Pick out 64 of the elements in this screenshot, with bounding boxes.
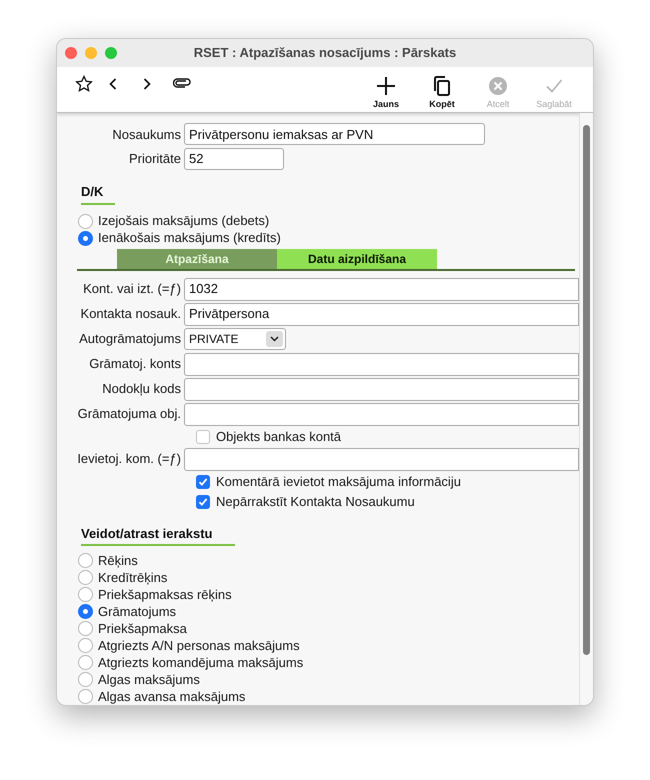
radio-button[interactable] <box>78 230 93 246</box>
checkbox[interactable] <box>196 474 210 488</box>
radio-label: Kredītrēķins <box>98 568 168 587</box>
radio-label: Rēķins <box>98 552 138 570</box>
minimize-window-button[interactable] <box>85 47 97 59</box>
section-heading: D/K <box>81 182 116 204</box>
text-field[interactable]: Privātpersona <box>184 302 579 326</box>
forward-icon[interactable] <box>143 78 151 90</box>
text-field[interactable]: 52 <box>184 148 284 170</box>
radio-button[interactable] <box>78 214 93 228</box>
scrollbar[interactable] <box>579 113 593 705</box>
radio-button[interactable] <box>78 655 93 670</box>
radio-label: Atgriezts A/N personas maksājums <box>98 636 300 655</box>
field-label: Nosaukums <box>111 126 182 144</box>
radio-label: Priekšapmaksas rēķins <box>98 586 232 604</box>
radio-button[interactable] <box>78 604 93 619</box>
field-label: Prioritāte <box>128 150 182 168</box>
toolbar-button[interactable]: Jauns <box>365 75 407 112</box>
radio-button[interactable] <box>78 621 93 636</box>
tab[interactable]: Datu aizpildīšana <box>277 248 437 268</box>
radio-label: Algas maksājums <box>98 670 200 689</box>
plus-icon <box>375 75 397 97</box>
checkbox-label: Komentārā ievietot maksājuma informāciju <box>216 472 461 491</box>
checkbox[interactable] <box>196 494 210 508</box>
text-field[interactable] <box>184 448 579 470</box>
field-label: Grāmatojuma obj. <box>76 405 182 424</box>
field-label: Kontakta nosauk. <box>80 305 182 324</box>
text-field[interactable]: 1032 <box>184 278 579 300</box>
dropdown[interactable]: PRIVATE <box>184 328 286 350</box>
field-label: Nodokļu kods <box>101 380 182 398</box>
radio-button[interactable] <box>78 553 93 568</box>
field-label: Ievietoj. kom. (=ƒ) <box>76 450 182 468</box>
toolbar-button[interactable]: Kopēt <box>421 75 463 112</box>
radio-label: Izejošais maksājums (debets) <box>98 212 270 230</box>
radio-button[interactable] <box>78 689 93 704</box>
text-field[interactable] <box>184 378 579 400</box>
checkbox-label: Nepārrakstīt Kontakta Nosaukumu <box>216 492 415 511</box>
radio-button[interactable] <box>78 570 93 585</box>
radio-label: Grāmatojums <box>98 602 176 621</box>
section-heading: Veidot/atrast ierakstu <box>81 524 234 546</box>
paperclip-icon[interactable] <box>173 78 191 88</box>
radio-button[interactable] <box>78 638 93 653</box>
back-icon[interactable] <box>109 78 117 90</box>
checkbox-label: Objekts bankas kontā <box>216 428 342 446</box>
radio-label: Atgriezts komandējuma maksājums <box>98 654 304 672</box>
close-window-button[interactable] <box>65 47 77 59</box>
checkbox[interactable] <box>196 430 210 444</box>
radio-label: Priekšapmaksa <box>98 620 187 638</box>
close-icon <box>488 76 508 96</box>
chevron-down-icon <box>266 331 283 347</box>
copy-icon <box>432 75 452 97</box>
radio-label: Ienākošais maksājums (kredīts) <box>98 229 281 248</box>
zoom-window-button[interactable] <box>105 47 117 59</box>
field-label: Kont. vai izt. (=ƒ) <box>82 280 182 298</box>
radio-button[interactable] <box>78 672 93 687</box>
text-field[interactable] <box>184 402 579 426</box>
field-label: Autogrāmatojums <box>78 330 182 348</box>
text-field[interactable]: Privātpersonu iemaksas ar PVN <box>184 123 485 146</box>
radio-button[interactable] <box>78 587 93 602</box>
star-icon[interactable] <box>75 75 93 93</box>
radio-label: Algas avansa maksājums <box>98 688 246 705</box>
text-field[interactable] <box>184 352 579 376</box>
field-label: Grāmatoj. konts <box>88 355 182 374</box>
window-title: RSET : Atpazīšanas nosacījums : Pārskats <box>194 44 456 62</box>
